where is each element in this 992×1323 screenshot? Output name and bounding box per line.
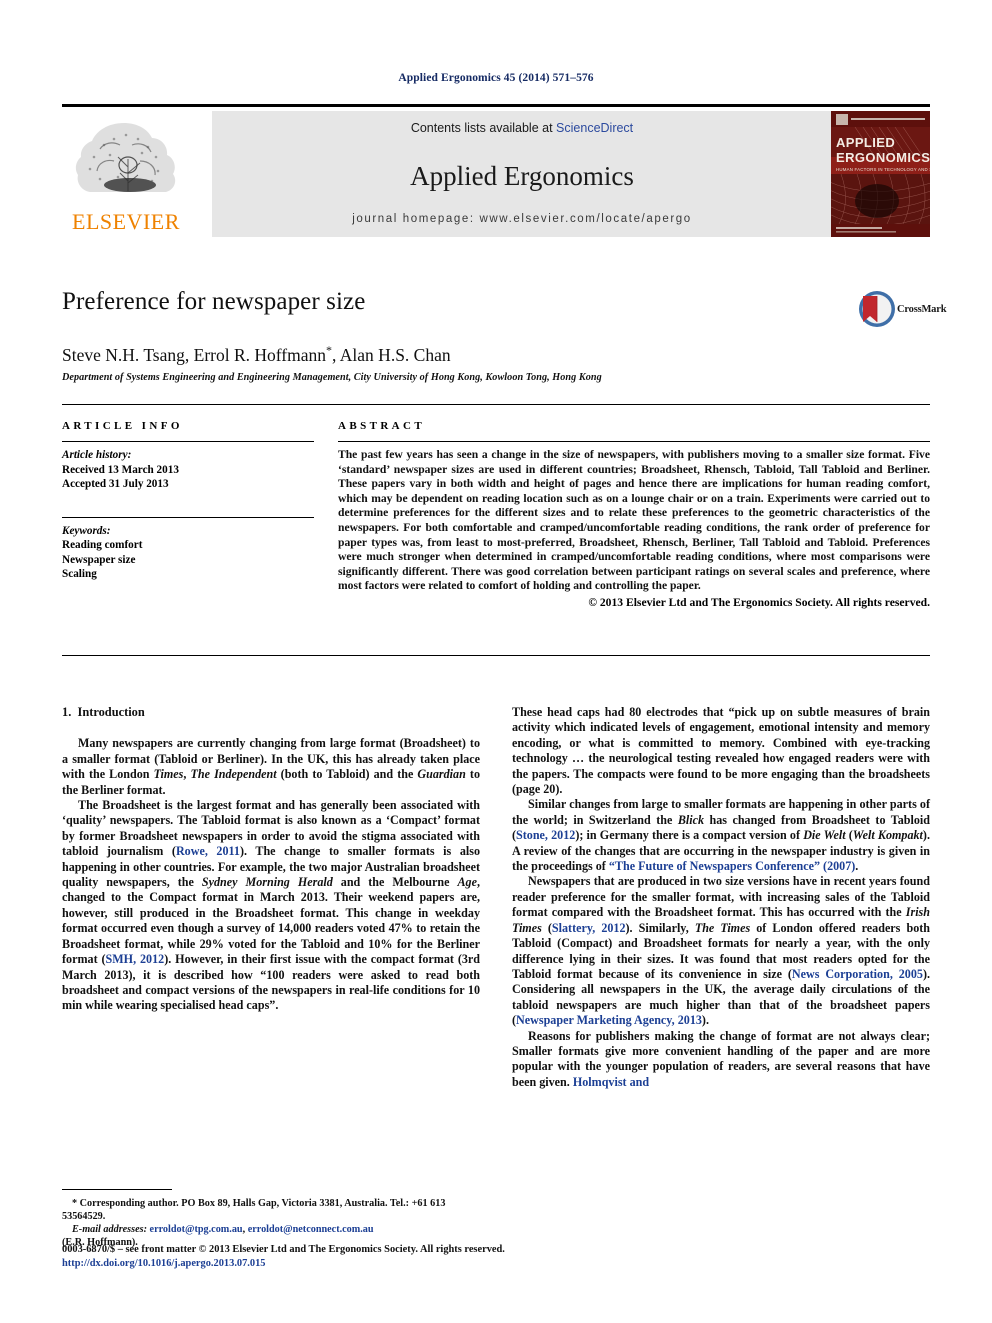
contents-prefix: Contents lists available at [410,121,553,135]
citation-link[interactable]: Rowe, 2011 [176,844,240,858]
paragraph: Newspapers that are produced in two size… [512,874,930,1028]
email-addresses-line: E-mail addresses: erroldot@tpg.com.au, e… [72,1224,374,1235]
email-label: E-mail addresses: [72,1224,147,1235]
affiliation: Department of Systems Engineering and En… [62,372,602,383]
bottom-matter: 0003-6870/$ – see front matter © 2013 El… [62,1243,930,1271]
page-title: Preference for newspaper size [62,288,366,315]
paragraph: These head caps had 80 electrodes that “… [512,705,930,797]
svg-text:APPLIED: APPLIED [836,135,895,150]
section-heading-introduction: 1. Introduction [62,705,480,720]
footnote-block: * Corresponding author. PO Box 89, Halls… [62,1189,480,1249]
keywords-label: Keywords: [62,524,111,537]
paragraph: The Broadsheet is the largest format and… [62,798,480,1013]
doi-link[interactable]: http://dx.doi.org/10.1016/j.apergo.2013.… [62,1257,930,1271]
paragraph: Reasons for publishers making the change… [512,1028,930,1089]
journal-masthead: ELSEVIER Contents lists available at Sci… [62,104,930,238]
article-info-divider [62,441,314,442]
abstract-copyright: © 2013 Elsevier Ltd and The Ergonomics S… [588,595,930,609]
crossmark-icon [859,291,895,327]
authors-primary: Steve N.H. Tsang, Errol R. Hoffmann [62,344,326,365]
citation-link[interactable]: News Corporation, 2005 [792,967,923,981]
crossmark-badge[interactable]: CrossMark [857,288,947,334]
citation-link[interactable]: SMH, 2012 [106,952,165,966]
footnote-rule [62,1189,172,1190]
citation-link[interactable]: Slattery, 2012 [552,921,626,935]
citation-link[interactable]: Holmqvist and [573,1075,649,1089]
issn-copyright-line: 0003-6870/$ – see front matter © 2013 El… [62,1244,505,1255]
svg-text:ERGONOMICS: ERGONOMICS [836,150,930,165]
citation-link[interactable]: Stone, 2012 [516,828,575,842]
crossmark-label: CrossMark [897,304,947,315]
journal-homepage-link[interactable]: journal homepage: www.elsevier.com/locat… [212,213,832,225]
article-accepted-date: Accepted 31 July 2013 [62,478,169,490]
body-column-right: These head caps had 80 electrodes that “… [512,705,930,1090]
keyword-item: Newspaper size [62,553,136,566]
journal-cover-thumbnail: APPLIED ERGONOMICS HUMAN FACTORS IN TECH… [831,111,930,237]
paragraph: Many newspapers are currently changing f… [62,736,480,797]
article-info-box: ARTICLE INFO Article history: Received 1… [62,420,314,582]
paper-page: Applied Ergonomics 45 (2014) 571–576 ELS… [0,0,992,1323]
info-rule-top [62,404,930,405]
corresponding-author-note: * Corresponding author. PO Box 89, Halls… [62,1198,446,1222]
running-head: Applied Ergonomics 45 (2014) 571–576 [398,72,594,84]
keyword-item: Scaling [62,568,97,580]
keywords-divider [62,516,314,518]
citation-link[interactable]: Newspaper Marketing Agency, 2013 [516,1013,702,1027]
keyword-item: Reading comfort [62,539,143,551]
masthead-band: Contents lists available at ScienceDirec… [212,111,833,237]
contents-available-line: Contents lists available at ScienceDirec… [212,121,832,135]
section-number: 1. [62,705,72,719]
journal-title: Applied Ergonomics [410,161,634,191]
citation-link[interactable]: “The Future of Newspapers Conference” (2… [609,859,855,873]
abstract-heading: ABSTRACT [338,420,426,432]
authors-secondary: , Alan H.S. Chan [332,344,451,365]
article-received-date: Received 13 March 2013 [62,463,179,476]
article-history-label: Article history: [62,449,132,461]
section-title: Introduction [77,705,145,719]
body-column-left: 1. Introduction Many newspapers are curr… [62,705,480,1014]
sciencedirect-link[interactable]: ScienceDirect [556,121,633,135]
email-link-2[interactable]: erroldot@netconnect.com.au [248,1224,374,1235]
article-info-heading: ARTICLE INFO [62,420,183,432]
author-list: Steve N.H. Tsang, Errol R. Hoffmann*, Al… [62,343,451,366]
abstract-text: The past few years has seen a change in … [338,448,930,593]
email-link-1[interactable]: erroldot@tpg.com.au [150,1224,243,1235]
info-rule-bottom [62,655,930,656]
elsevier-wordmark: ELSEVIER [72,209,180,234]
elsevier-tree-icon [75,123,176,192]
elsevier-logo: ELSEVIER [62,111,190,237]
paragraph: Similar changes from large to smaller fo… [512,797,930,874]
cover-artwork: APPLIED ERGONOMICS HUMAN FACTORS IN TECH… [831,111,930,237]
abstract-divider [338,441,930,442]
abstract-box: ABSTRACT The past few years has seen a c… [338,420,930,609]
svg-text:HUMAN FACTORS IN TECHNOLOGY AN: HUMAN FACTORS IN TECHNOLOGY AND SOCIETY [836,167,930,172]
